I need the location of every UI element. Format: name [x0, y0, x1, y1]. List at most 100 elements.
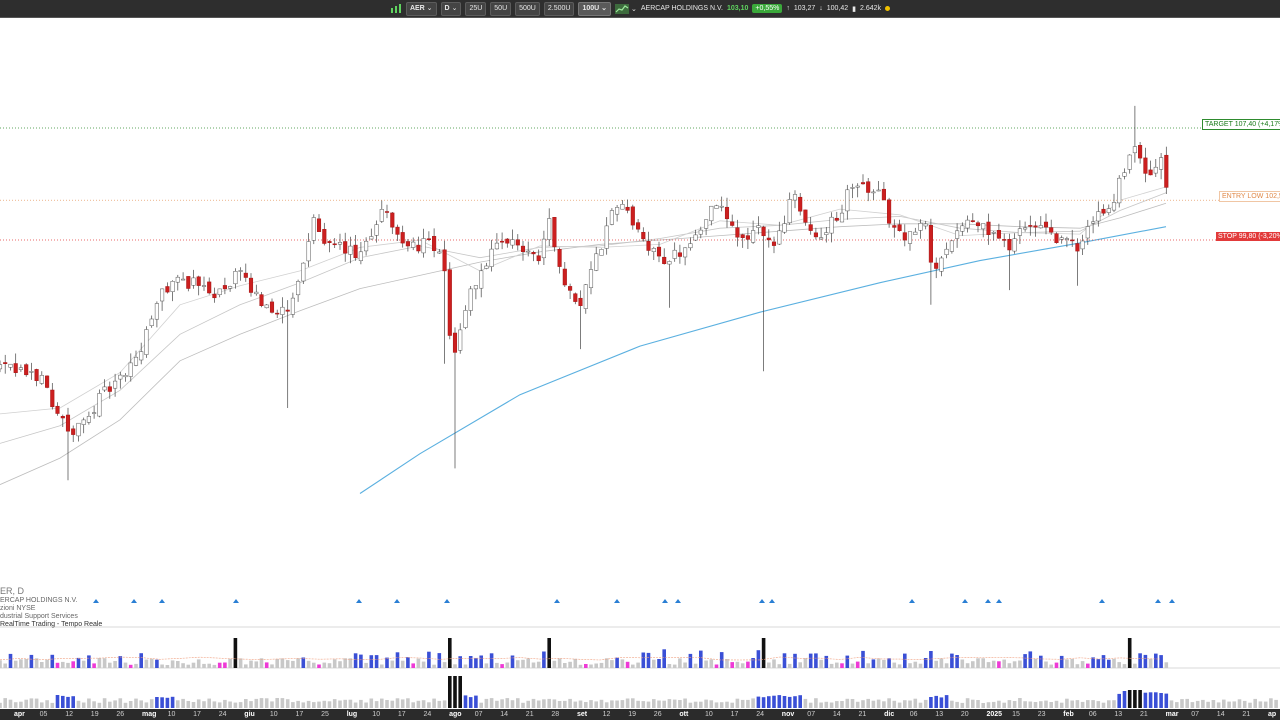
- candle-up: [704, 219, 709, 236]
- chevron-down-icon[interactable]: ⌄: [631, 5, 637, 13]
- candle-down: [186, 276, 191, 292]
- volume-bar: [652, 659, 656, 668]
- candle-down: [730, 214, 735, 227]
- volume-bar: [411, 663, 415, 668]
- candle-up: [8, 363, 13, 371]
- candle-down: [740, 233, 745, 248]
- indicator-bar: [484, 698, 489, 708]
- candle-body: [887, 199, 892, 224]
- symbol-selector[interactable]: AER ⌄: [405, 1, 437, 16]
- target-level-label[interactable]: TARGET 107,40 (+4,17%): [1202, 119, 1280, 130]
- volume-bar: [1044, 661, 1048, 668]
- volume-bar: [908, 663, 912, 668]
- indicator-bar: [552, 699, 557, 708]
- candle-up: [965, 215, 970, 233]
- bars-count-selector[interactable]: 100U ⌄: [578, 1, 611, 16]
- volume-bar: [1117, 662, 1121, 668]
- volume-bar: [0, 660, 2, 668]
- volume-bar: [139, 653, 143, 668]
- indicator-bar: [1274, 699, 1278, 708]
- candle-body: [735, 227, 740, 238]
- indicator-bar: [380, 698, 384, 708]
- indicator-bar: [997, 700, 1001, 708]
- volume-bar: [803, 658, 808, 668]
- lower-indicator-panel: [0, 676, 1278, 708]
- volume-bar: [1096, 659, 1101, 668]
- timeframe-selector[interactable]: D ⌄: [440, 1, 462, 16]
- volume-bar: [814, 653, 818, 668]
- indicator-bar: [1222, 699, 1226, 708]
- price-chart[interactable]: [0, 18, 1280, 709]
- candle-body: [1043, 221, 1049, 228]
- indicator-bar: [887, 698, 891, 708]
- x-tick-label: 21: [1140, 711, 1148, 718]
- volume-bar: [761, 638, 766, 668]
- candle-body: [1148, 169, 1153, 176]
- candle-body: [118, 374, 123, 380]
- volume-bar: [516, 660, 520, 668]
- candle-body: [803, 209, 808, 223]
- candle-up: [609, 208, 614, 226]
- candle-body: [709, 205, 714, 222]
- bars-25-button[interactable]: 25U: [465, 1, 487, 16]
- candle-body: [175, 276, 180, 283]
- indicator-bar: [149, 699, 154, 708]
- volume-bar: [338, 661, 342, 668]
- chart-type-icon[interactable]: [390, 4, 402, 13]
- indicator-bar: [1007, 700, 1012, 708]
- candle-body: [1091, 221, 1096, 224]
- volume-bar: [1033, 659, 1038, 668]
- volume-panel: [0, 638, 1169, 668]
- bars-500-button[interactable]: 500U: [515, 1, 540, 16]
- candle-up: [547, 208, 552, 246]
- candle-body: [1101, 208, 1106, 214]
- symbol-exchange: zioni NYSE: [0, 605, 36, 612]
- candle-body: [390, 212, 395, 228]
- entry-level-label[interactable]: ENTRY LOW 102,5: [1219, 191, 1280, 202]
- volume-bar: [244, 664, 248, 668]
- candle-body: [269, 301, 275, 313]
- x-tick-label: 10: [705, 711, 713, 718]
- volume-bar: [301, 657, 306, 668]
- indicator-bar: [1039, 701, 1043, 708]
- candle-up: [839, 204, 845, 223]
- volume-bar: [1080, 661, 1085, 668]
- indicator-bar: [730, 702, 734, 708]
- volume-bar: [61, 661, 65, 668]
- candle-body: [536, 255, 541, 262]
- candle-body: [1138, 145, 1143, 159]
- indicator-bar: [861, 700, 865, 708]
- indicator-bar: [584, 702, 588, 708]
- candle-up: [751, 220, 756, 244]
- indicator-bar: [740, 699, 745, 708]
- candles: [0, 105, 1169, 481]
- candle-down: [207, 277, 212, 295]
- volume-bar: [1049, 664, 1053, 668]
- indicator-bar: [1101, 702, 1106, 708]
- indicator-bar: [353, 702, 358, 708]
- candle-body: [520, 245, 526, 252]
- bars-2500-button[interactable]: 2.500U: [543, 1, 575, 16]
- candle-up: [991, 231, 996, 241]
- candle-down: [107, 381, 112, 399]
- candle-down: [353, 235, 358, 261]
- indicator-bar: [1133, 690, 1137, 708]
- arrow-down-icon: ↓: [819, 5, 823, 12]
- candle-body: [1164, 154, 1169, 188]
- bars-50-button[interactable]: 50U: [490, 1, 512, 16]
- x-tick-label: 13: [935, 711, 944, 718]
- candle-up: [1111, 193, 1117, 213]
- candle-body: [97, 393, 102, 417]
- indicator-bar: [756, 696, 761, 708]
- indicator-bar: [542, 699, 546, 708]
- candle-up: [337, 233, 343, 250]
- candle-up: [944, 242, 949, 259]
- stop-level-label[interactable]: STOP 99,80 (-3,20%): [1216, 232, 1280, 241]
- indicator-bar: [516, 698, 520, 708]
- candle-body: [285, 309, 290, 312]
- candle-body: [907, 231, 913, 244]
- line-chart-icon[interactable]: [615, 4, 629, 14]
- candle-down: [13, 353, 18, 377]
- x-tick-label: mar: [1165, 711, 1179, 718]
- candle-body: [1153, 166, 1158, 174]
